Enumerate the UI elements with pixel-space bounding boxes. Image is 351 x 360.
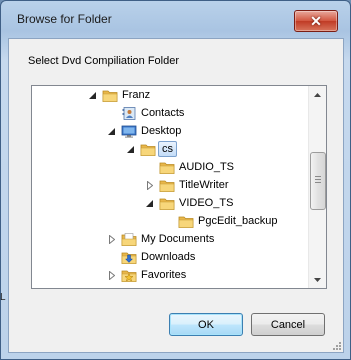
background-fragment: L	[0, 292, 6, 303]
tree-item[interactable]: PgcEdit_backup	[32, 212, 309, 230]
collapsed-arrow-icon	[108, 235, 115, 244]
expanded-arrow-icon	[127, 146, 134, 153]
folder-icon	[178, 216, 194, 228]
cancel-button[interactable]: Cancel	[251, 313, 325, 336]
collapsed-arrow-icon	[146, 181, 153, 190]
close-icon: ✕	[310, 13, 322, 29]
title-bar[interactable]: Browse for Folder ✕	[1, 1, 350, 37]
folder-icon	[159, 162, 175, 174]
contacts-icon	[122, 107, 136, 120]
close-button[interactable]: ✕	[294, 10, 338, 32]
folder-tree[interactable]: Franz Contacts Desktop cs AUDIO_TS TitleWrite…	[31, 85, 327, 289]
expand-toggle[interactable]	[145, 181, 154, 190]
folder-icon	[102, 90, 118, 102]
tree-item[interactable]: Favorites	[32, 266, 309, 284]
prompt-text: Select Dvd Compiliation Folder	[28, 55, 180, 67]
vertical-scrollbar[interactable]	[308, 86, 326, 288]
desktop-icon	[121, 125, 137, 138]
favorites-icon	[121, 270, 137, 282]
arrow-down-icon	[314, 277, 321, 282]
scroll-up-button[interactable]	[309, 86, 326, 103]
scroll-thumb[interactable]	[310, 152, 326, 210]
tree-item-label: PgcEdit_backup	[198, 215, 278, 227]
dialog-client-area: Select Dvd Compiliation Folder Franz Cont…	[8, 38, 344, 353]
browse-for-folder-dialog: Browse for Folder ✕ Select Dvd Compiliat…	[0, 0, 351, 360]
folder-icon	[159, 180, 175, 192]
expand-toggle[interactable]	[107, 271, 116, 280]
tree-item-label: AUDIO_TS	[179, 161, 235, 173]
expanded-arrow-icon	[89, 92, 96, 99]
tree-item[interactable]: Desktop	[32, 122, 309, 140]
tree-item-label: Downloads	[141, 251, 196, 263]
scroll-down-button[interactable]	[309, 271, 326, 288]
downloads-icon	[121, 252, 137, 264]
expand-toggle[interactable]	[107, 235, 116, 244]
tree-item-label: cs	[158, 141, 177, 157]
tree-item-label: Desktop	[141, 125, 182, 137]
expanded-arrow-icon	[146, 200, 153, 207]
folder-icon	[140, 144, 156, 156]
tree-item[interactable]: AUDIO_TS	[32, 158, 309, 176]
ok-button[interactable]: OK	[169, 313, 243, 336]
tree-item[interactable]: My Documents	[32, 230, 309, 248]
tree-item-label: VIDEO_TS	[179, 197, 234, 209]
tree-item-label: Contacts	[141, 107, 185, 119]
tree-item-label: My Documents	[141, 233, 215, 245]
collapsed-arrow-icon	[108, 271, 115, 280]
tree-item-label: Favorites	[141, 269, 187, 281]
tree-item-label: Franz	[122, 89, 151, 101]
tree-item[interactable]: Contacts	[32, 104, 309, 122]
folder-icon	[159, 198, 175, 210]
collapse-toggle[interactable]	[88, 91, 97, 100]
documents-icon	[121, 233, 137, 246]
collapse-toggle[interactable]	[126, 145, 135, 154]
tree-item-selected[interactable]: cs	[32, 140, 309, 158]
tree-item-label: TitleWriter	[179, 179, 229, 191]
window-title: Browse for Folder	[17, 12, 112, 26]
tree-item[interactable]: VIDEO_TS	[32, 194, 309, 212]
tree-item[interactable]: Franz	[32, 86, 309, 104]
arrow-up-icon	[314, 92, 321, 97]
collapse-toggle[interactable]	[107, 127, 116, 136]
collapse-toggle[interactable]	[145, 199, 154, 208]
tree-item[interactable]: Downloads	[32, 248, 309, 266]
expanded-arrow-icon	[108, 128, 115, 135]
tree-item[interactable]: TitleWriter	[32, 176, 309, 194]
size-grip-icon[interactable]	[331, 340, 341, 350]
